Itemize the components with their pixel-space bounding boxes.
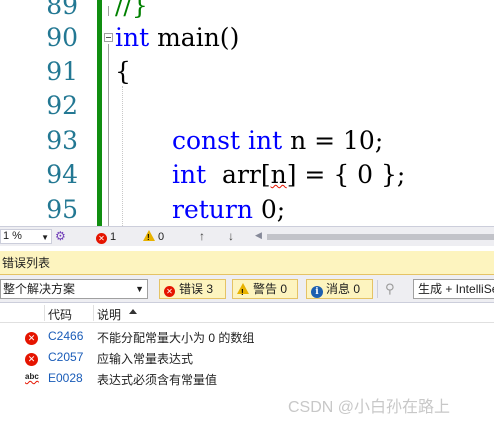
line-number: 94 [46,160,78,189]
arrow-down-icon[interactable]: ↓ [228,229,234,243]
intellisense-error-icon: abc [25,372,39,381]
zoom-value: 1 % [3,230,22,242]
line-number: 89 [46,0,78,20]
function-signature: main() [149,23,240,52]
error-code-link[interactable]: C2466 [48,329,83,343]
change-tracking-bar [97,0,102,226]
chevron-down-icon: ▼ [41,233,49,242]
watermark: CSDN @小白孙在路上 [288,399,451,416]
error-description: 应输入常量表达式 [97,352,194,366]
code-line-90[interactable]: int main() [115,21,494,55]
table-row[interactable]: ✕ C2057 应输入常量表达式 [0,346,494,367]
error-icon: ✕ [164,286,175,297]
error-code-link[interactable]: C2057 [48,350,83,364]
scroll-left-icon[interactable]: ◀ [255,230,262,241]
code-line-89[interactable]: //} [115,0,494,23]
toolbar-separator [377,280,378,298]
error-icon: ✕ [25,329,38,345]
code-text: n = 10; [282,126,384,155]
warnings-filter-button[interactable]: 警告 0 [232,279,298,302]
messages-filter-label: 消息 0 [326,282,361,296]
code-text: 0; [252,195,286,224]
horizontal-scrollbar[interactable] [267,234,494,240]
code-line-95[interactable]: return 0; [172,193,494,226]
editor-status-bar: 1 % ▼ ⚙ ✕1 0 ↑ ↓ ◀ [0,226,494,246]
line-number: 95 [46,195,78,224]
code-line-94[interactable]: int arr[n] = { 0 }; [172,158,494,192]
warning-icon [143,230,155,245]
indent-guide [122,86,123,226]
error-count: 1 [110,231,117,243]
column-divider[interactable] [44,305,45,321]
error-list-title[interactable]: 错误列表 [0,251,494,275]
line-number: 90 [46,23,78,52]
keyword: int [115,23,150,52]
error-icon: ✕ [25,350,38,366]
column-divider[interactable] [93,305,94,321]
line-number: 91 [46,57,78,86]
column-header-code[interactable]: 代码 [48,306,72,323]
warning-count: 0 [158,231,165,243]
zoom-select[interactable]: 1 % ▼ [0,229,52,244]
keyword: int [247,126,283,155]
errors-filter-button[interactable]: ✕ 错误 3 [159,279,226,299]
arrow-up-icon[interactable]: ↑ [199,229,205,243]
error-squiggle[interactable]: n [271,160,287,189]
code-line-93[interactable]: const int n = 10; [172,124,494,158]
keyword: int [172,160,207,189]
line-number-gutter: 89 90 91 92 93 94 95 [0,0,86,226]
keyword: const [172,126,241,155]
outline-line [108,6,109,16]
code-line-91[interactable]: { [115,55,494,89]
sort-ascending-icon [129,309,137,314]
chevron-down-icon: ▼ [135,284,144,294]
filter-icon[interactable]: ⚲ [385,281,395,297]
error-code-link[interactable]: E0028 [48,371,83,385]
column-header-description[interactable]: 说明 [97,306,121,323]
error-list-toolbar: 整个解决方案 ▼ ✕ 错误 3 警告 0 i消息 0 ⚲ 生成 + IntelliS… [0,275,494,303]
line-number: 93 [46,126,78,155]
outline-line [108,44,109,226]
code-text: ] = { 0 }; [286,160,406,189]
warnings-filter-label: 警告 0 [253,282,288,296]
warning-count-indicator[interactable]: 0 [143,230,165,245]
messages-filter-button[interactable]: i 消息 0 [306,279,373,299]
keyword: return [172,195,253,224]
warning-icon [237,283,249,302]
error-count-indicator[interactable]: ✕ 1 [96,230,116,244]
scope-dropdown[interactable]: 整个解决方案 ▼ [0,279,148,299]
table-row[interactable]: ✕ C2466 不能分配常量大小为 0 的数组 [0,325,494,346]
info-icon: i [311,286,323,298]
grid-header: 代码 说明 [0,303,494,323]
error-icon: ✕ [96,233,107,244]
error-description: 表达式必须含有常量值 [97,373,218,387]
errors-filter-label: 错误 3 [179,282,214,296]
collapse-icon[interactable] [104,33,113,42]
code-editor[interactable]: 89 90 91 92 93 94 95 //} int main() { co… [0,0,494,226]
error-description: 不能分配常量大小为 0 的数组 [97,331,255,345]
code-text: arr[ [206,160,271,189]
scope-value: 整个解决方案 [3,282,76,296]
line-number: 92 [46,91,78,120]
intellicode-icon[interactable]: ⚙ [55,229,69,243]
table-row[interactable]: abc E0028 表达式必须含有常量值 [0,367,494,388]
build-source-dropdown[interactable]: 生成 + IntelliSense [413,279,494,299]
